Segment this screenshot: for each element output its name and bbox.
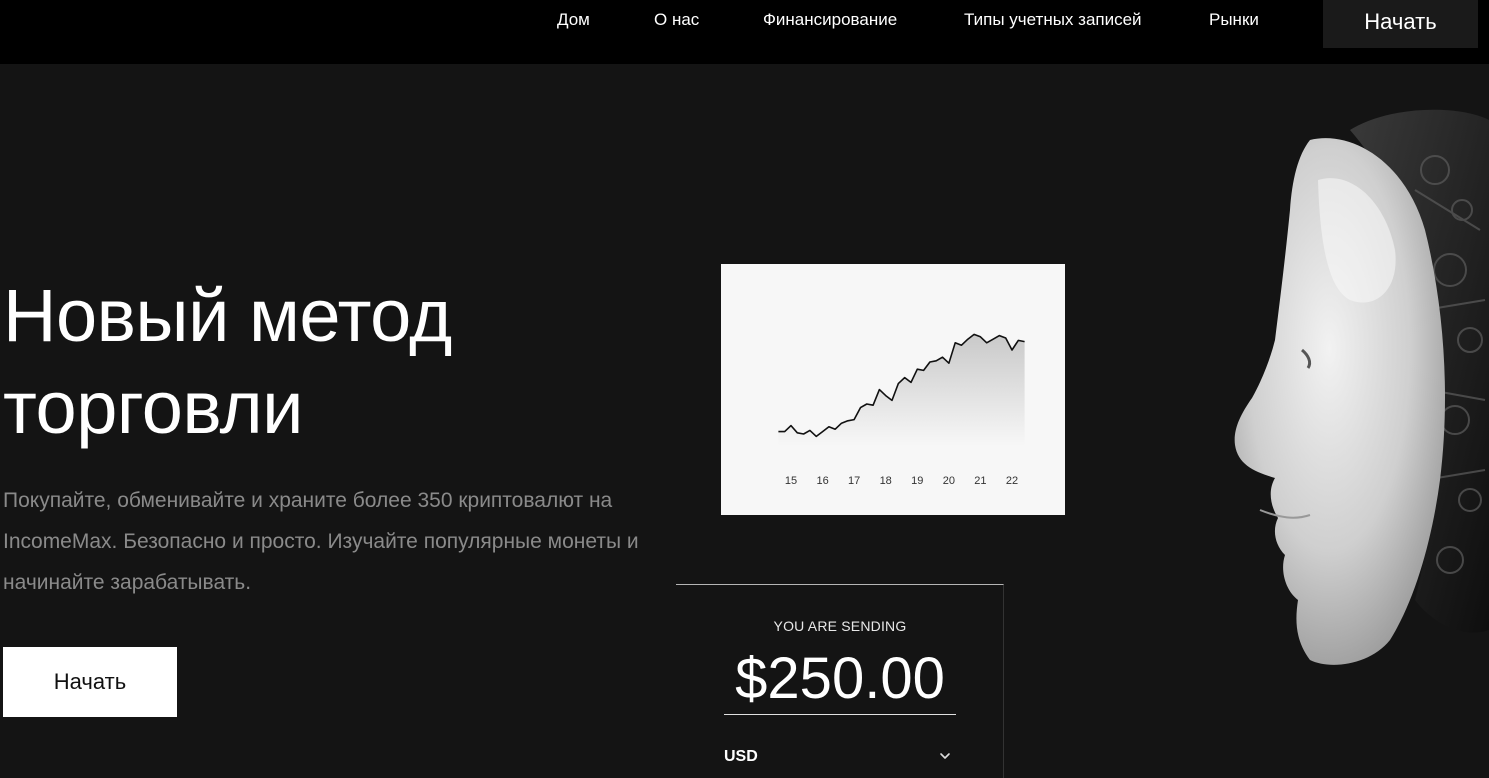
nav-link-markets[interactable]: Рынки xyxy=(1209,10,1259,30)
hero-description: Покупайте, обменивайте и храните более 3… xyxy=(3,489,639,594)
price-chart-card: 15 16 17 18 19 20 21 22 xyxy=(721,264,1065,515)
get-started-nav-button[interactable]: Начать xyxy=(1323,0,1478,48)
hero-title: Новый метод торговли xyxy=(3,270,452,454)
sending-label: YOU ARE SENDING xyxy=(773,618,907,634)
chart-x-tick-label: 16 xyxy=(816,475,828,487)
chart-area-fill xyxy=(778,334,1025,446)
nav-link-account-types[interactable]: Типы учетных записей xyxy=(964,10,1142,30)
robot-face-illustration xyxy=(1200,100,1489,680)
chart-x-tick-label: 21 xyxy=(974,475,986,487)
chart-x-tick-label: 19 xyxy=(911,475,923,487)
nav-link-home[interactable]: Дом xyxy=(557,10,590,30)
nav-link-funding[interactable]: Финансирование xyxy=(763,10,897,30)
top-navigation-bar: Дом О нас Финансирование Типы учетных за… xyxy=(0,0,1489,64)
chart-x-tick-label: 22 xyxy=(1006,475,1018,487)
chevron-down-icon xyxy=(940,753,950,759)
nav-link-about[interactable]: О нас xyxy=(654,10,699,30)
currency-select[interactable]: USD xyxy=(724,746,956,770)
hero-title-line-1: Новый метод xyxy=(3,274,452,357)
chart-x-tick-label: 18 xyxy=(880,475,892,487)
price-chart: 15 16 17 18 19 20 21 22 xyxy=(778,333,1025,487)
hero-title-line-2: торговли xyxy=(3,366,304,449)
send-amount-input[interactable]: $250.00 xyxy=(724,645,956,715)
chart-x-tick-label: 20 xyxy=(943,475,955,487)
currency-value: USD xyxy=(724,748,758,765)
chart-x-tick-label: 15 xyxy=(785,475,797,487)
send-panel: YOU ARE SENDING $250.00 USD xyxy=(676,584,1004,778)
hero-get-started-button[interactable]: Начать xyxy=(3,647,177,717)
chart-x-tick-label: 17 xyxy=(848,475,860,487)
